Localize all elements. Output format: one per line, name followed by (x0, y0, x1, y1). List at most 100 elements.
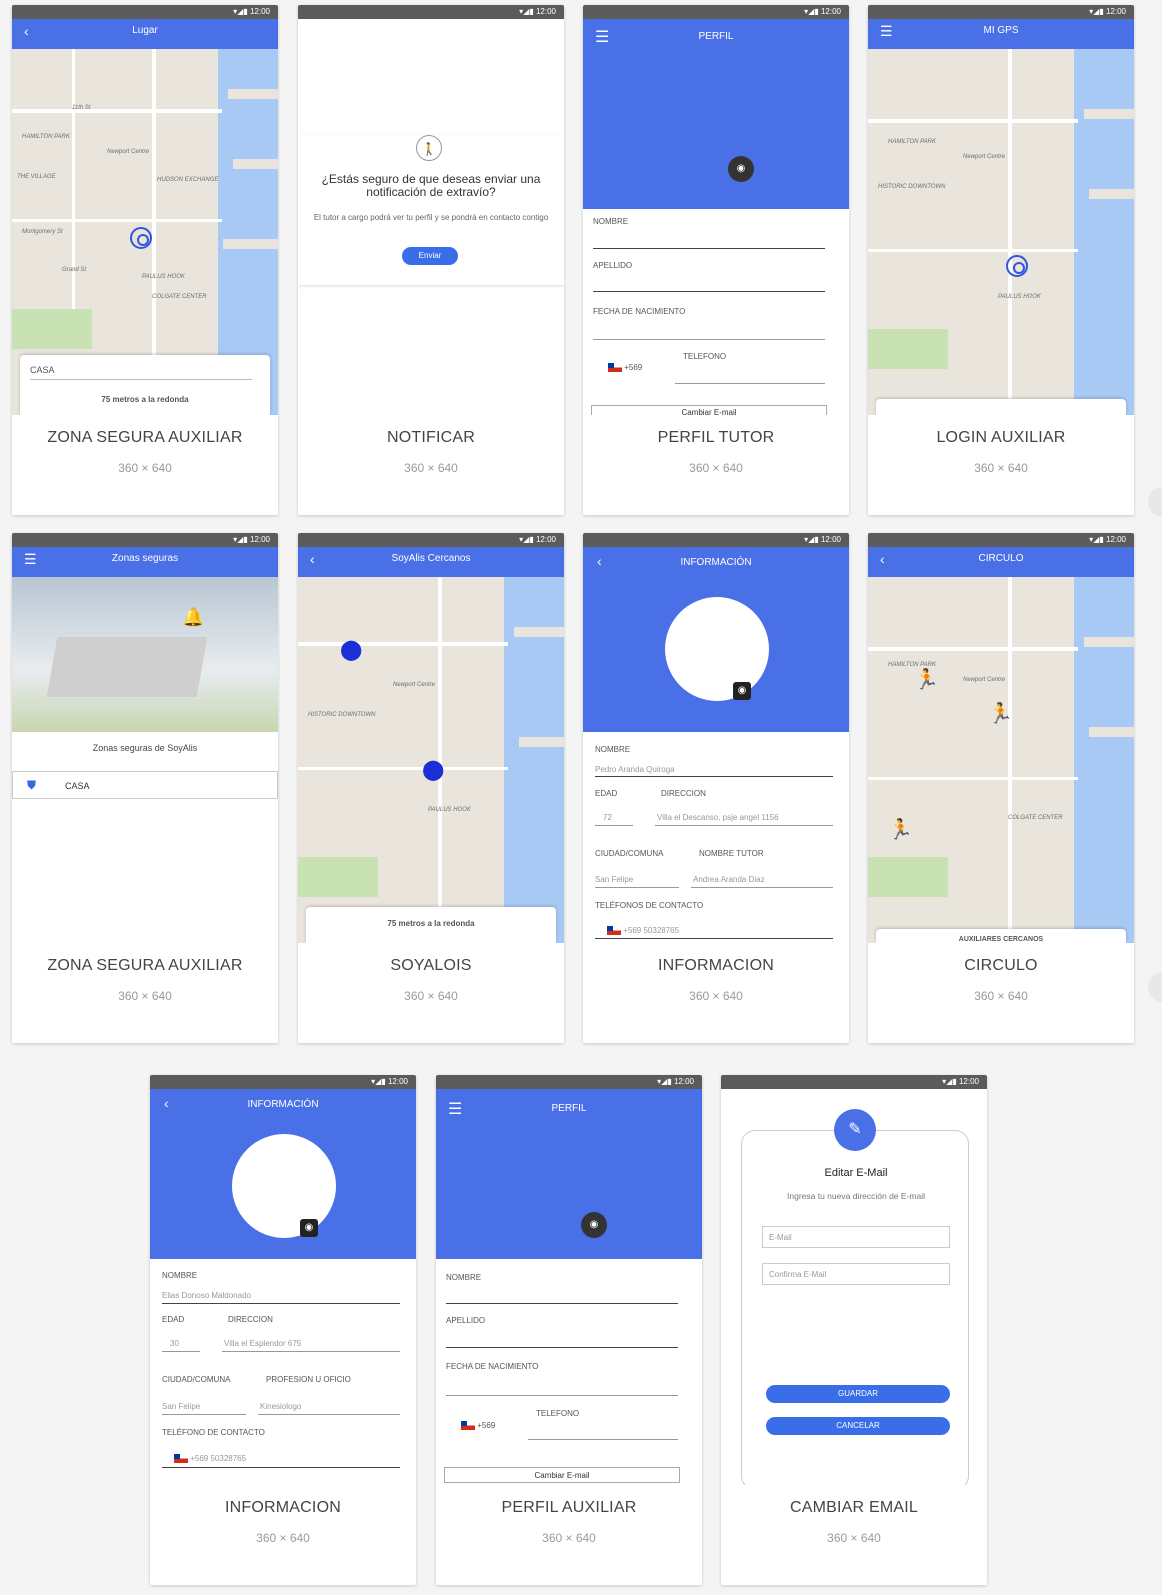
chile-flag-icon (461, 1421, 475, 1431)
location-target-icon[interactable] (130, 227, 152, 249)
nearby-auxiliaries-label[interactable]: AUXILIARES CERCANOS (876, 936, 1126, 943)
location-target-icon[interactable] (1006, 255, 1028, 277)
map-view[interactable]: HAMILTON PARK Newport Centre COLGATE CEN… (868, 577, 1134, 943)
telefono-field[interactable]: TELEFONO (536, 1409, 579, 1418)
apellido-field[interactable]: APELLIDO (593, 261, 632, 270)
map-pier (1089, 189, 1134, 199)
back-arrow-icon[interactable]: ‹ (880, 547, 885, 571)
safe-zone-name: CASA (65, 781, 90, 791)
ciudad-value[interactable]: San Felipe (595, 875, 633, 884)
change-email-button[interactable]: Cambiar E-mail (444, 1467, 680, 1483)
screen-title: NOTIFICAR (386, 429, 476, 446)
card-caption: SOYALOIS 360 × 640 (298, 943, 564, 1043)
email-input[interactable]: E-Mail (762, 1226, 950, 1248)
building-illustration: 🔔 (12, 577, 278, 732)
map-road (72, 49, 75, 349)
bell-icon: 🔔 (182, 607, 205, 627)
card-caption: ZONA SEGURA AUXILIAR 360 × 640 (12, 943, 278, 1043)
telefono-label: TELÉFONO DE CONTACTO (162, 1428, 265, 1437)
wifi-signal-battery-icon: ▾◢▮ (519, 7, 536, 16)
help-icon[interactable] (1148, 972, 1162, 1002)
profesion-value[interactable]: Kinesiologo (260, 1402, 301, 1411)
direccion-value[interactable]: Villa el Descanso, psje angel 1156 (657, 813, 779, 822)
screen-card-login-auxiliar[interactable]: ▾◢▮ 12:00 ☰ MI GPS HAMILTON PARK Newport … (868, 5, 1134, 515)
avatar[interactable] (232, 1134, 336, 1238)
camera-icon[interactable]: ◉ (728, 156, 754, 182)
map-road (1008, 49, 1012, 415)
phone-preview: ▾◢▮ 12:00 ☰ MI GPS HAMILTON PARK Newport … (868, 5, 1134, 415)
screen-card-informacion-auxiliar[interactable]: ▾◢▮ 12:00 ‹ INFORMACIÓN ◉ NOMBRE Elias D… (150, 1075, 416, 1585)
card-caption: INFORMACION 360 × 640 (150, 1485, 416, 1585)
building-shape (46, 637, 208, 697)
send-button[interactable]: Enviar (402, 247, 458, 265)
screen-card-informacion[interactable]: ▾◢▮ 12:00 ‹ INFORMACIÓN ◉ NOMBRE Pedro A… (583, 533, 849, 1043)
map-view[interactable]: HAMILTON PARK Newport Centre HISTORIC DO… (868, 49, 1134, 415)
screen-card-soyalois[interactable]: ▾◢▮ 12:00 ‹ SoyAlis Cercanos Newport Cent… (298, 533, 564, 1043)
card-caption: CIRCULO 360 × 640 (868, 943, 1134, 1043)
screen-card-circulo[interactable]: ▾◢▮ 12:00 ‹ CIRCULO HAMILTON PARK Newport… (868, 533, 1134, 1043)
telefono-field[interactable]: TELEFONO (683, 352, 726, 361)
telefono-value[interactable]: +569 50328765 (623, 926, 679, 935)
camera-icon[interactable]: ◉ (581, 1212, 607, 1238)
notify-dialog: 🚶 ¿Estás seguro de que deseas enviar una… (298, 135, 564, 285)
person-pin-icon[interactable]: ⬤ (340, 637, 362, 662)
save-button[interactable]: GUARDAR (766, 1385, 950, 1403)
nombre-field[interactable]: NOMBRE (593, 217, 628, 226)
cancel-button[interactable]: CANCELAR (766, 1417, 950, 1435)
field-underline (162, 1303, 400, 1304)
tutor-value[interactable]: Andrea Aranda Diaz (693, 875, 765, 884)
nombre-value[interactable]: Pedro Aranda Quiroga (595, 765, 675, 774)
phone-prefix[interactable]: +569 (477, 1421, 495, 1430)
app-bar: ☰ Zonas seguras (12, 547, 278, 577)
change-email-button[interactable]: Cambiar E-mail (591, 405, 827, 415)
dialog-subtitle: Ingresa tu nueva dirección de E-mail (787, 1191, 925, 1201)
map-view[interactable]: Newport Centre HISTORIC DOWNTOWN PAULUS … (298, 577, 564, 943)
edad-value[interactable]: 72 (603, 813, 612, 822)
screen-card-cambiar-email[interactable]: ▾◢▮ 12:00 ✎ Editar E-Mail Ingresa tu nue… (721, 1075, 987, 1585)
map-view[interactable]: 11th St HAMILTON PARK Newport Centre THE… (12, 49, 278, 415)
screen-gallery: ▾◢▮ 12:00 ‹ Lugar 11th St HAMILTON PARK N… (0, 0, 1162, 1595)
phone-preview: ▾◢▮ 12:00 ☰ PERFIL ◉ NOMBRE APELLIDO FEC… (436, 1075, 702, 1485)
direccion-value[interactable]: Villa el Esplendor 675 (224, 1339, 301, 1348)
birthdate-field[interactable]: FECHA DE NACIMIENTO (446, 1362, 538, 1371)
screen-card-zona-segura-auxiliar[interactable]: ▾◢▮ 12:00 ‹ Lugar 11th St HAMILTON PARK N… (12, 5, 278, 515)
field-underline (595, 825, 633, 826)
phone-prefix[interactable]: +569 (624, 363, 642, 372)
apellido-field[interactable]: APELLIDO (446, 1316, 485, 1325)
status-time: 12:00 (249, 535, 270, 544)
edad-value[interactable]: 30 (170, 1339, 179, 1348)
person-pin-icon[interactable]: ⬤ (422, 757, 444, 782)
ciudad-value[interactable]: San Felipe (162, 1402, 200, 1411)
screen-card-zonas-seguras[interactable]: ▾◢▮ 12:00 ☰ Zonas seguras 🔔 Zonas seguras… (12, 533, 278, 1043)
help-icon[interactable] (1148, 487, 1162, 517)
screen-card-notificar[interactable]: ▾◢▮ 12:00 🚶 ¿Estás seguro de que deseas … (298, 5, 564, 515)
screen-title: ZONA SEGURA AUXILIAR (47, 957, 243, 974)
avatar[interactable] (665, 597, 769, 701)
wifi-signal-battery-icon: ▾◢▮ (942, 1077, 959, 1086)
direccion-label: DIRECCION (228, 1315, 273, 1324)
running-person-icon[interactable]: 🏃 (988, 701, 1013, 726)
map-road (298, 642, 508, 646)
screen-size: 360 × 640 (689, 989, 743, 1003)
safe-zone-item[interactable]: ⛊ CASA (12, 771, 278, 799)
telefono-value[interactable]: +569 50328765 (190, 1454, 246, 1463)
app-bar: ‹ Lugar (12, 19, 278, 49)
map-park (868, 329, 948, 369)
back-arrow-icon[interactable]: ‹ (24, 19, 29, 43)
birthdate-field[interactable]: FECHA DE NACIMIENTO (593, 307, 685, 316)
camera-icon[interactable]: ◉ (300, 1219, 318, 1237)
confirm-email-input[interactable]: Confirma E-Mail (762, 1263, 950, 1285)
map-label: Newport Centre (963, 154, 1006, 160)
camera-icon[interactable]: ◉ (733, 682, 751, 700)
screen-card-perfil-tutor[interactable]: ▾◢▮ 12:00 ☰ PERFIL ◉ NOMBRE APELLIDO FEC… (583, 5, 849, 515)
running-person-icon[interactable]: 🏃 (914, 667, 939, 692)
nombre-field[interactable]: NOMBRE (446, 1273, 481, 1282)
screen-size: 360 × 640 (404, 461, 458, 475)
nombre-value[interactable]: Elias Donoso Maldonado (162, 1291, 251, 1300)
screen-card-perfil-auxiliar[interactable]: ▾◢▮ 12:00 ☰ PERFIL ◉ NOMBRE APELLIDO FEC… (436, 1075, 702, 1585)
place-name-field[interactable]: CASA (30, 365, 55, 375)
menu-icon[interactable]: ☰ (24, 547, 37, 571)
back-arrow-icon[interactable]: ‹ (310, 547, 315, 571)
menu-icon[interactable]: ☰ (880, 19, 893, 43)
running-person-icon[interactable]: 🏃 (888, 817, 913, 842)
